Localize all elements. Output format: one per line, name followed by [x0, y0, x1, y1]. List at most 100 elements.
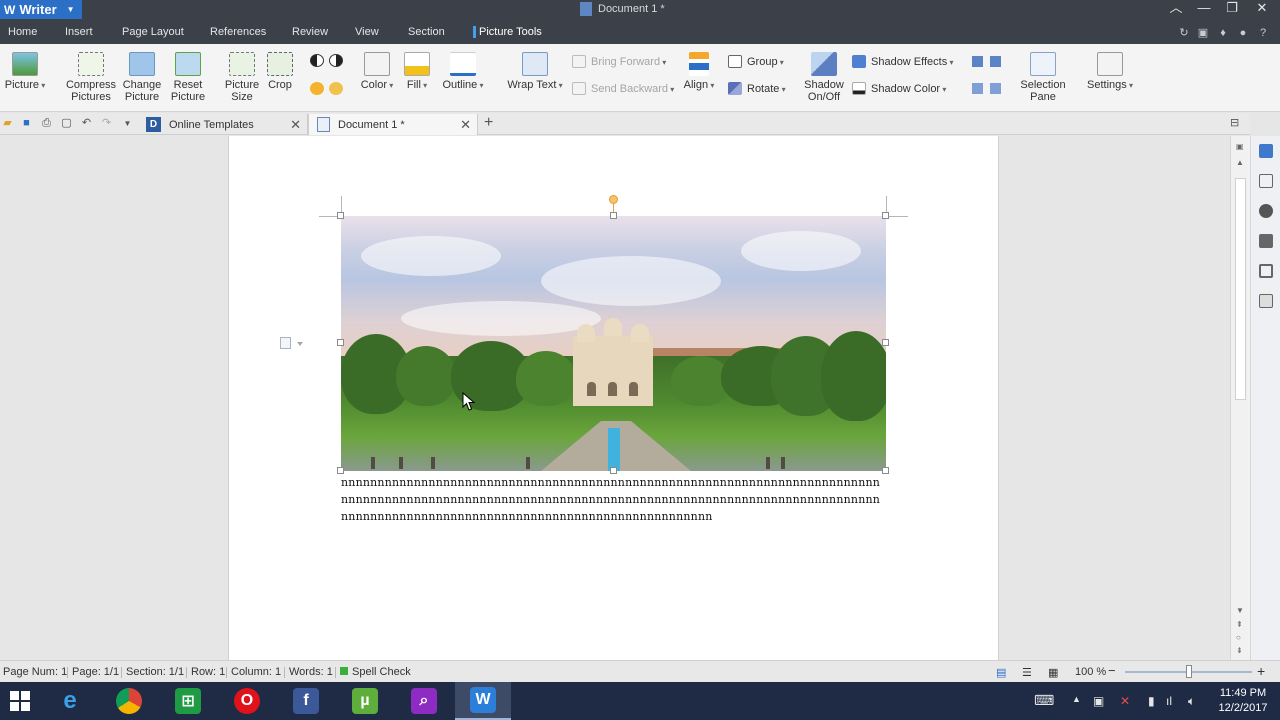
scroll-down-icon[interactable]: ▼ — [1236, 606, 1244, 615]
next-page-icon[interactable]: ⇟ — [1236, 646, 1243, 655]
settings-button[interactable]: Settings — [1082, 52, 1138, 92]
document-body-text[interactable]: nnnnnnnnnnnnnnnnnnnnnnnnnnnnnnnnnnnnnnnn… — [341, 474, 886, 525]
undo-icon[interactable]: ↶ — [80, 117, 93, 130]
picture-size-button[interactable]: Picture Size — [220, 52, 264, 103]
tray-security-icon[interactable]: ✕ — [1120, 694, 1130, 708]
group-button[interactable]: Group — [728, 55, 784, 68]
zoom-level[interactable]: 100 % — [1075, 666, 1106, 678]
tab-page-layout[interactable]: Page Layout — [122, 26, 184, 38]
send-backward-button[interactable]: Send Backward — [572, 82, 674, 95]
resize-handle-bottom-left[interactable] — [337, 467, 344, 474]
shadow-color-button[interactable]: Shadow Color — [852, 82, 946, 95]
reset-picture-button[interactable]: Reset Picture — [166, 52, 210, 103]
bring-forward-button[interactable]: Bring Forward — [572, 55, 666, 68]
tab-references[interactable]: References — [210, 26, 266, 38]
tab-list-icon[interactable]: ⊟ — [1230, 116, 1239, 129]
status-words[interactable]: Words: 1 — [289, 666, 333, 678]
print-preview-icon[interactable]: ▢ — [60, 117, 73, 130]
tab-document-1[interactable]: Document 1 * ✕ — [308, 114, 478, 135]
tab-picture-tools[interactable]: Picture Tools — [473, 26, 542, 38]
web-view-icon[interactable]: ▦ — [1048, 666, 1058, 679]
zoom-slider-thumb[interactable] — [1186, 665, 1192, 678]
taskbar-clock[interactable]: 11:49 PM 12/2/2017 — [1212, 686, 1274, 716]
resize-handle-top-left[interactable] — [337, 212, 344, 219]
keyboard-icon[interactable]: ⌨ — [1034, 692, 1054, 709]
new-document-icon[interactable] — [1259, 144, 1273, 158]
contrast-buttons[interactable] — [310, 54, 343, 67]
crop-button[interactable]: Crop — [265, 52, 295, 91]
tab-online-templates[interactable]: D Online Templates ✕ — [138, 114, 308, 135]
vertical-scrollbar[interactable]: ▣ ▲ ▼ ⇞ ○ ⇟ — [1230, 136, 1250, 660]
zoom-in-icon[interactable]: + — [1257, 663, 1265, 679]
shirt-icon[interactable]: ♦ — [1217, 27, 1229, 39]
previous-page-icon[interactable]: ⇞ — [1236, 620, 1243, 629]
picture-button[interactable]: Picture — [3, 52, 47, 92]
user-icon[interactable]: ● — [1237, 27, 1249, 39]
outline-button[interactable]: Outline — [438, 52, 488, 92]
selection-pane-button[interactable]: Selection Pane — [1016, 52, 1070, 103]
zoom-out-icon[interactable]: − — [1108, 663, 1116, 678]
taskbar-facebook[interactable]: f — [278, 682, 334, 720]
nudge-right-icon[interactable] — [990, 83, 1001, 94]
rotate-handle[interactable] — [609, 195, 618, 204]
outline-view-icon[interactable]: ☰ — [1022, 666, 1032, 679]
selected-picture[interactable] — [341, 216, 886, 471]
picture-pane-icon[interactable] — [1259, 234, 1273, 248]
layout-options-icon[interactable] — [280, 337, 303, 349]
redo-icon[interactable]: ↷ — [100, 117, 113, 130]
skin-icon[interactable]: ▣ — [1197, 27, 1209, 39]
close-button[interactable]: ✕ — [1248, 0, 1276, 18]
close-icon[interactable]: ✕ — [290, 117, 301, 133]
color-button[interactable]: Color — [358, 52, 396, 92]
page-view-icon[interactable]: ▤ — [996, 666, 1006, 679]
document-tools-icon[interactable] — [1259, 294, 1273, 308]
tab-view[interactable]: View — [355, 26, 379, 38]
status-column[interactable]: Column: 1 — [231, 666, 281, 678]
tab-review[interactable]: Review — [292, 26, 328, 38]
taskbar-internet-explorer[interactable]: e — [42, 682, 98, 720]
scroll-up-icon[interactable]: ▲ — [1236, 158, 1244, 167]
new-tab-icon[interactable]: + — [484, 114, 493, 132]
status-page[interactable]: Page: 1/1 — [72, 666, 119, 678]
open-folder-icon[interactable]: ▰ — [1, 117, 14, 130]
tab-section[interactable]: Section — [408, 26, 445, 38]
volume-icon[interactable]: 🔈︎ — [1188, 694, 1195, 709]
nudge-left-icon[interactable] — [972, 83, 983, 94]
battery-icon[interactable]: ▮ — [1148, 694, 1155, 708]
nudge-down-icon[interactable] — [990, 56, 1001, 67]
maximize-button[interactable]: ❐ — [1218, 0, 1246, 18]
rotate-button[interactable]: Rotate — [728, 82, 786, 95]
scroll-thumb[interactable] — [1235, 178, 1246, 400]
shapes-icon[interactable] — [1259, 204, 1273, 218]
save-icon[interactable]: ■ — [20, 117, 33, 130]
resize-handle-top[interactable] — [610, 212, 617, 219]
spell-check-button[interactable]: Spell Check — [340, 666, 411, 678]
print-icon[interactable]: ⎙ — [40, 117, 53, 130]
resize-handle-bottom[interactable] — [610, 467, 617, 474]
shadow-effects-button[interactable]: Shadow Effects — [852, 55, 953, 68]
fill-button[interactable]: Fill — [402, 52, 432, 92]
app-menu-button[interactable]: W Writer ▼ — [0, 0, 82, 19]
document-page[interactable]: nnnnnnnnnnnnnnnnnnnnnnnnnnnnnnnnnnnnnnnn… — [228, 136, 999, 660]
collapse-ribbon-icon[interactable]: ︿ — [1162, 0, 1190, 18]
change-picture-button[interactable]: Change Picture — [120, 52, 164, 103]
tray-app-icon[interactable]: ▣ — [1093, 694, 1104, 708]
taskbar-utorrent[interactable]: µ — [337, 682, 393, 720]
taskbar-store[interactable]: ⊞ — [160, 682, 216, 720]
align-button[interactable]: Align — [680, 52, 718, 92]
split-view-icon[interactable]: ▣ — [1236, 142, 1244, 151]
shadow-onoff-button[interactable]: Shadow On/Off — [800, 52, 848, 103]
close-icon[interactable]: ✕ — [460, 117, 471, 133]
status-row[interactable]: Row: 1 — [191, 666, 225, 678]
status-page-num[interactable]: Page Num: 1 — [3, 666, 67, 678]
status-section[interactable]: Section: 1/1 — [126, 666, 184, 678]
resize-handle-bottom-right[interactable] — [882, 467, 889, 474]
browse-object-icon[interactable]: ○ — [1236, 633, 1241, 642]
start-button[interactable] — [0, 682, 40, 720]
tab-insert[interactable]: Insert — [65, 26, 93, 38]
resize-handle-left[interactable] — [337, 339, 344, 346]
taskbar-wps-writer[interactable]: W — [455, 682, 511, 720]
help-icon[interactable]: ? — [1257, 27, 1269, 39]
resize-handle-top-right[interactable] — [882, 212, 889, 219]
resize-handle-right[interactable] — [882, 339, 889, 346]
